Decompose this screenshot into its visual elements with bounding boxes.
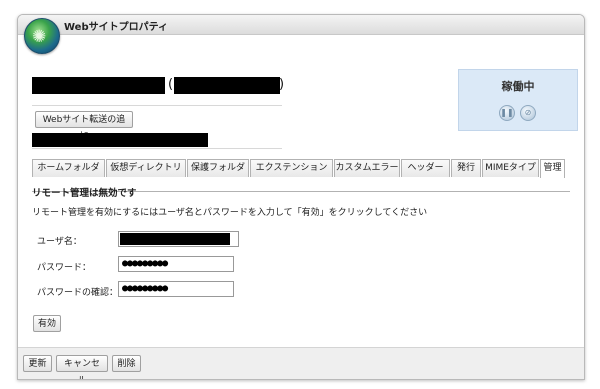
status-panel: 稼働中 ❚❚ ⊘ <box>458 69 578 131</box>
username-label: ユーザ名： <box>37 237 82 247</box>
delete-button[interactable]: 削除 <box>112 355 141 372</box>
tab-5[interactable]: カスタムエラー <box>334 159 400 177</box>
properties-window: Webサイトプロパティ ( ) Webサイト転送の追加 稼働中 ❚❚ ⊘ ホーム… <box>17 14 585 380</box>
window-title: Webサイトプロパティ <box>64 22 169 33</box>
confirm-password-field[interactable]: ●●●●●●●●● <box>118 281 234 297</box>
footer-bar: 更新 キャンセル 削除 <box>18 347 584 379</box>
divider <box>32 105 282 106</box>
update-button[interactable]: 更新 <box>23 355 52 372</box>
tab-2[interactable]: 仮想ディレクトリ <box>106 159 186 177</box>
site-id-redacted <box>174 77 280 94</box>
username-redacted <box>120 233 230 245</box>
stop-icon[interactable]: ⊘ <box>520 105 536 121</box>
password-field[interactable]: ●●●●●●●●● <box>118 256 234 272</box>
remote-status-heading: リモート管理は無効です <box>32 188 137 199</box>
tab-8[interactable]: MIMEタイプ <box>482 159 539 177</box>
title-bar: Webサイトプロパティ <box>18 15 584 35</box>
add-redirect-button[interactable]: Webサイト転送の追加 <box>35 111 133 142</box>
site-url-redacted <box>32 133 208 147</box>
open-paren: ( <box>168 77 174 92</box>
divider <box>32 148 282 149</box>
password-label: パスワード： <box>37 263 92 273</box>
close-paren: ) <box>279 77 285 92</box>
globe-gear-icon: ✺ <box>24 18 60 54</box>
tab-1[interactable]: ホームフォルダ <box>32 159 105 177</box>
tab-7[interactable]: 発行 <box>451 159 481 177</box>
remote-description: リモート管理を有効にするにはユーザ名とパスワードを入力して「有効」をクリックして… <box>32 208 428 218</box>
tab-9[interactable]: 管理 <box>540 159 565 178</box>
enable-button[interactable]: 有効 <box>33 315 61 332</box>
tab-3[interactable]: 保護フォルダ <box>187 159 249 177</box>
confirm-password-label: パスワードの確認： <box>37 288 119 298</box>
tab-4[interactable]: エクステンション <box>250 159 333 177</box>
username-field[interactable] <box>118 231 239 247</box>
pause-icon[interactable]: ❚❚ <box>499 105 515 121</box>
tab-6[interactable]: ヘッダー <box>401 159 450 177</box>
site-name-redacted <box>32 77 165 94</box>
cancel-button[interactable]: キャンセル <box>56 355 108 379</box>
status-label: 稼働中 <box>501 80 535 93</box>
